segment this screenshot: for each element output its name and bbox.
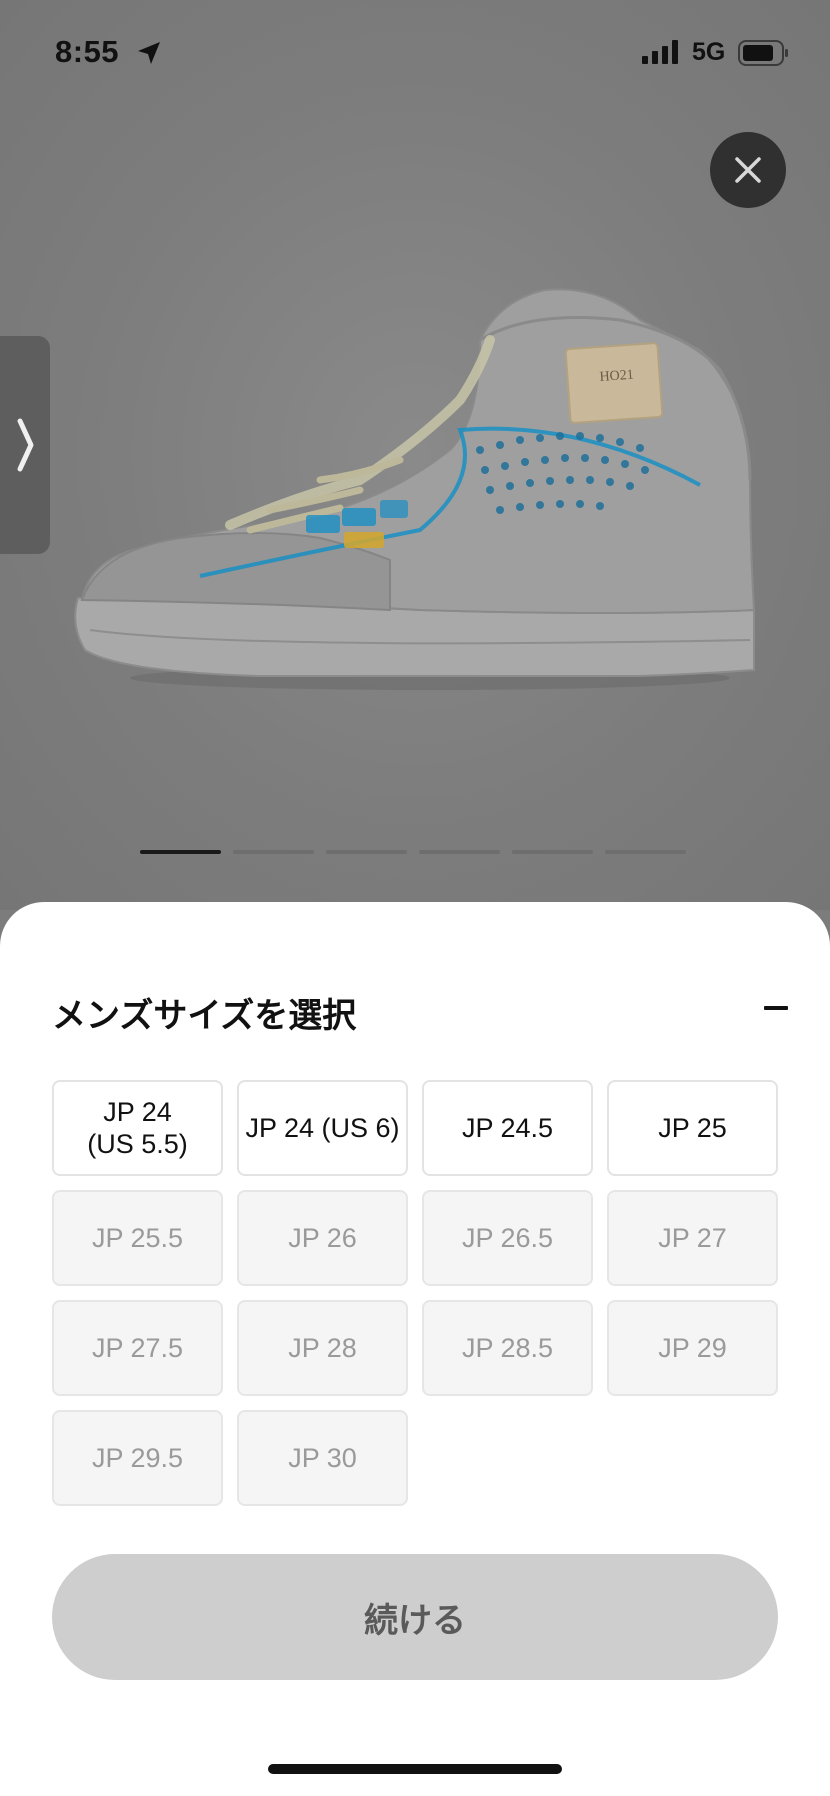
size-option-unavailable[interactable]: JP 25.5 [52, 1190, 223, 1286]
size-label: JP 26 [288, 1222, 357, 1253]
size-label: JP 24 [103, 1096, 172, 1127]
size-option[interactable]: JP 24 (US 6) [237, 1080, 408, 1176]
battery-icon [738, 40, 790, 71]
size-label: JP 24.5 [461, 1112, 554, 1143]
carousel-next-tab[interactable] [0, 336, 50, 554]
carousel-dot [605, 850, 686, 854]
size-label: JP 24 (US 6) [245, 1112, 400, 1143]
status-time: 8:55 [55, 34, 120, 69]
size-option-unavailable[interactable]: JP 26 [237, 1190, 408, 1286]
product-hero: 8:55 5G HO21 [0, 0, 830, 910]
size-label: JP 25 [658, 1112, 727, 1143]
carousel-dot [326, 850, 407, 854]
size-label: JP 29.5 [91, 1442, 184, 1473]
svg-text:HO21: HO21 [599, 368, 634, 385]
carousel-dot [512, 850, 593, 854]
size-option[interactable]: JP 25 [607, 1080, 778, 1176]
continue-button[interactable]: 続ける [52, 1554, 778, 1680]
size-option-unavailable[interactable]: JP 27.5 [52, 1300, 223, 1396]
home-indicator[interactable] [268, 1764, 562, 1774]
size-label: JP 29 [658, 1332, 727, 1363]
size-option-unavailable[interactable]: JP 28.5 [422, 1300, 593, 1396]
size-label: JP 27.5 [91, 1332, 184, 1363]
size-label: JP 27 [658, 1222, 727, 1253]
size-select-sheet: メンズサイズを選択 JP 24 (US 5.5) JP 24 (US 6) JP … [0, 902, 830, 1796]
location-arrow-icon [136, 40, 162, 71]
size-option-unavailable[interactable]: JP 28 [237, 1300, 408, 1396]
carousel-dot [233, 850, 314, 854]
size-option[interactable]: JP 24.5 [422, 1080, 593, 1176]
size-option-unavailable[interactable]: JP 26.5 [422, 1190, 593, 1286]
cellular-signal-icon [642, 40, 680, 69]
size-option-unavailable[interactable]: JP 29 [607, 1300, 778, 1396]
carousel-dot [140, 850, 221, 854]
collapse-minus-icon[interactable] [764, 1006, 788, 1010]
size-label-sub: (US 5.5) [87, 1129, 188, 1159]
carousel-indicator [140, 850, 686, 854]
size-label: JP 26.5 [461, 1222, 554, 1253]
chevron-right-icon [17, 418, 34, 472]
size-option[interactable]: JP 24 (US 5.5) [52, 1080, 223, 1176]
size-option-unavailable[interactable]: JP 29.5 [52, 1410, 223, 1506]
size-label: JP 28.5 [461, 1332, 554, 1363]
size-grid: JP 24 (US 5.5) JP 24 (US 6) JP 24.5 JP 25… [52, 1080, 778, 1506]
size-label: JP 25.5 [91, 1222, 184, 1253]
carousel-dot [419, 850, 500, 854]
network-type: 5G [692, 38, 726, 66]
size-label: JP 30 [288, 1442, 357, 1473]
status-bar: 8:55 5G [0, 0, 830, 100]
close-button[interactable] [710, 132, 786, 208]
sneaker-image: HO21 [74, 288, 756, 690]
sheet-title: メンズサイズを選択 [52, 996, 357, 1036]
close-icon [735, 157, 761, 183]
size-select-screen: 8:55 5G HO21 メンズサイズを選択 JP 24 (US 5.5) JP… [0, 0, 830, 1796]
size-label: JP 28 [288, 1332, 357, 1363]
size-option-unavailable[interactable]: JP 27 [607, 1190, 778, 1286]
size-option-unavailable[interactable]: JP 30 [237, 1410, 408, 1506]
